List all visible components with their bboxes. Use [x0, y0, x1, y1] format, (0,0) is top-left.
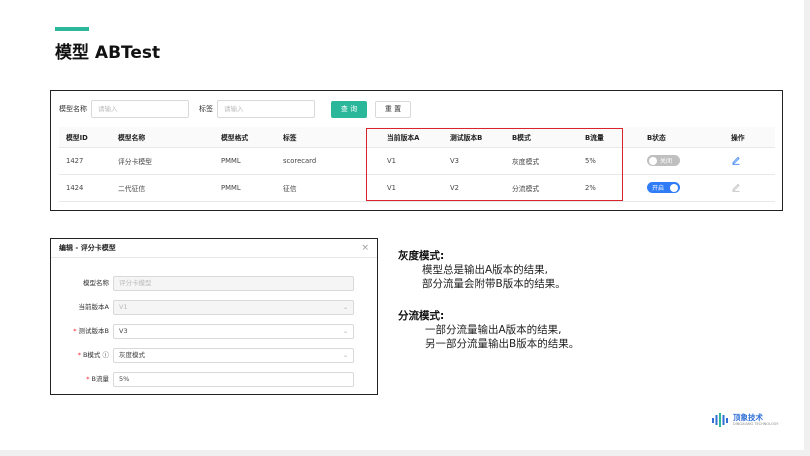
- edit-dialog: 编辑 - 评分卡模型 × 模型名称 评分卡模型 当前版本A V1 ⌄ * 测试版本…: [50, 238, 378, 395]
- select-value: V1: [119, 303, 128, 311]
- gray-mode-explanation: 灰度模式: 模型总是输出A版本的结果, 部分流量会附带B版本的结果。: [398, 249, 566, 291]
- dialog-title: 编辑 - 评分卡模型: [59, 244, 116, 252]
- chevron-down-icon: ⌄: [342, 304, 348, 311]
- reset-button[interactable]: 重 置: [375, 100, 411, 118]
- field-label: 当前版本A: [78, 303, 109, 311]
- status-toggle[interactable]: 关闭: [647, 155, 680, 166]
- form-row-b-mode: * B模式 ⓘ 灰度模式 ⌄: [51, 348, 379, 363]
- toggle-knob: [649, 156, 657, 165]
- split-mode-explanation: 分流模式: 一部分流量输出A版本的结果, 另一部分流量输出B版本的结果。: [398, 309, 579, 351]
- col-header-name: 模型名称: [111, 127, 214, 148]
- name-filter-label: 模型名称: [59, 105, 87, 113]
- split-mode-title: 分流模式:: [398, 310, 445, 322]
- form-row-b-traffic: * B流量 5%: [51, 372, 379, 387]
- logo-text: 顶象技术: [733, 413, 763, 422]
- toggle-label: 开启: [652, 185, 665, 192]
- chevron-down-icon: ⌄: [342, 328, 348, 335]
- status-toggle[interactable]: 开启: [647, 182, 680, 193]
- dialog-header: 编辑 - 评分卡模型 ×: [51, 239, 377, 258]
- cell-name: 二代征信: [111, 174, 214, 202]
- cell-id: 1427: [59, 147, 111, 175]
- cell-b-status: 开启: [640, 174, 724, 202]
- cell-format: PMML: [214, 174, 276, 202]
- gray-mode-line-1: 模型总是输出A版本的结果,: [422, 264, 549, 276]
- form-row-model-name: 模型名称 评分卡模型: [51, 276, 379, 291]
- field-label: * 测试版本B: [73, 324, 109, 339]
- field-label-text: B模式: [82, 351, 101, 359]
- company-logo: 顶象技术 DINGXIANG TECHNOLOGY: [712, 413, 778, 427]
- col-header-tag: 标签: [276, 127, 380, 148]
- cell-tag: 征信: [276, 174, 380, 202]
- close-icon[interactable]: ×: [361, 243, 369, 253]
- edit-icon[interactable]: [731, 155, 741, 165]
- b-mode-select[interactable]: 灰度模式 ⌄: [113, 348, 354, 363]
- title-accent-bar: [55, 27, 89, 31]
- logo-subtext: DINGXIANG TECHNOLOGY: [733, 422, 779, 426]
- slide: 模型 ABTest 模型名称 请输入 标签 请输入 查 询 重 置 模型ID 模…: [0, 0, 810, 456]
- col-header-format: 模型格式: [214, 127, 276, 148]
- form-row-version-b: * 测试版本B V3 ⌄: [51, 324, 379, 339]
- required-mark: *: [73, 327, 77, 335]
- tag-filter-label: 标签: [199, 105, 213, 113]
- cell-actions: [724, 174, 775, 202]
- field-label: * B流量: [86, 372, 109, 387]
- field-label: 模型名称: [83, 279, 109, 287]
- field-label-text: B流量: [91, 375, 109, 383]
- tag-filter-input[interactable]: 请输入: [217, 100, 315, 118]
- select-value: V3: [119, 327, 128, 335]
- logo-text-group: 顶象技术 DINGXIANG TECHNOLOGY: [730, 413, 778, 427]
- col-header-b-status: B状态: [640, 127, 724, 148]
- gray-mode-line-2: 部分流量会附带B版本的结果。: [422, 278, 566, 290]
- name-filter-input[interactable]: 请输入: [91, 100, 189, 118]
- gray-mode-title: 灰度模式:: [398, 250, 445, 262]
- cell-actions: [724, 147, 775, 175]
- select-value: 灰度模式: [119, 351, 145, 359]
- filter-bar: 模型名称 请输入 标签 请输入 查 询 重 置: [59, 99, 411, 119]
- col-header-id: 模型ID: [59, 127, 111, 148]
- toggle-label: 关闭: [660, 158, 673, 165]
- b-traffic-input[interactable]: 5%: [113, 372, 354, 387]
- page-title: 模型 ABTest: [55, 43, 161, 63]
- ab-columns-highlight: [366, 128, 623, 201]
- required-mark: *: [86, 375, 90, 383]
- model-name-field[interactable]: 评分卡模型: [113, 276, 354, 291]
- edit-icon-disabled[interactable]: [731, 182, 741, 192]
- cell-name: 评分卡模型: [111, 147, 214, 175]
- form-row-version-a: 当前版本A V1 ⌄: [51, 300, 379, 315]
- col-header-actions: 操作: [724, 127, 775, 148]
- cell-format: PMML: [214, 147, 276, 175]
- field-label-text: 测试版本B: [78, 327, 109, 335]
- chevron-down-icon: ⌄: [342, 352, 348, 359]
- required-mark: *: [77, 351, 81, 359]
- version-b-select[interactable]: V3 ⌄: [113, 324, 354, 339]
- cell-id: 1424: [59, 174, 111, 202]
- search-button[interactable]: 查 询: [331, 100, 367, 118]
- split-mode-line-2: 另一部分流量输出B版本的结果。: [425, 338, 580, 350]
- toggle-knob: [670, 183, 678, 192]
- cell-b-status: 关闭: [640, 147, 724, 175]
- version-a-select[interactable]: V1 ⌄: [113, 300, 354, 315]
- info-icon[interactable]: ⓘ: [103, 351, 110, 359]
- split-mode-line-1: 一部分流量输出A版本的结果,: [425, 324, 562, 336]
- logo-bars-icon: [712, 413, 728, 427]
- cell-tag: scorecard: [276, 147, 380, 175]
- field-label: * B模式 ⓘ: [78, 348, 109, 363]
